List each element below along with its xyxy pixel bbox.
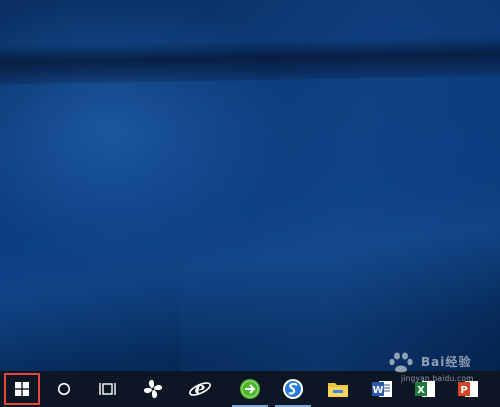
sogou-browser-icon [283, 379, 303, 399]
pinwheel-icon [143, 379, 163, 399]
task-view-button[interactable] [88, 371, 128, 407]
360-browser-icon [240, 379, 260, 399]
svg-text:e: e [195, 379, 206, 399]
baidu-jingyan-watermark: Bai经验 jingyan.baidu.com [385, 352, 500, 392]
svg-text:W: W [372, 385, 383, 396]
watermark-title: Bai经验 [421, 355, 472, 369]
folder-icon [328, 383, 348, 397]
circle-search-icon [57, 382, 71, 396]
internet-explorer-icon: e [189, 379, 211, 399]
taskbar-app-sogou-browser[interactable] [273, 371, 313, 407]
cortana-search-button[interactable] [44, 371, 84, 407]
desktop-wallpaper [0, 0, 500, 371]
task-view-icon [99, 383, 116, 395]
taskbar-app-pinwheel[interactable] [133, 371, 173, 407]
start-button[interactable] [4, 373, 40, 405]
windows-logo-icon [15, 382, 29, 396]
taskbar-app-file-explorer[interactable] [318, 371, 358, 407]
taskbar-app-360-browser[interactable] [230, 371, 270, 407]
paw-logo-icon [389, 352, 413, 373]
watermark-url: jingyan.baidu.com [401, 374, 474, 383]
taskbar-app-internet-explorer[interactable]: e [180, 371, 220, 407]
